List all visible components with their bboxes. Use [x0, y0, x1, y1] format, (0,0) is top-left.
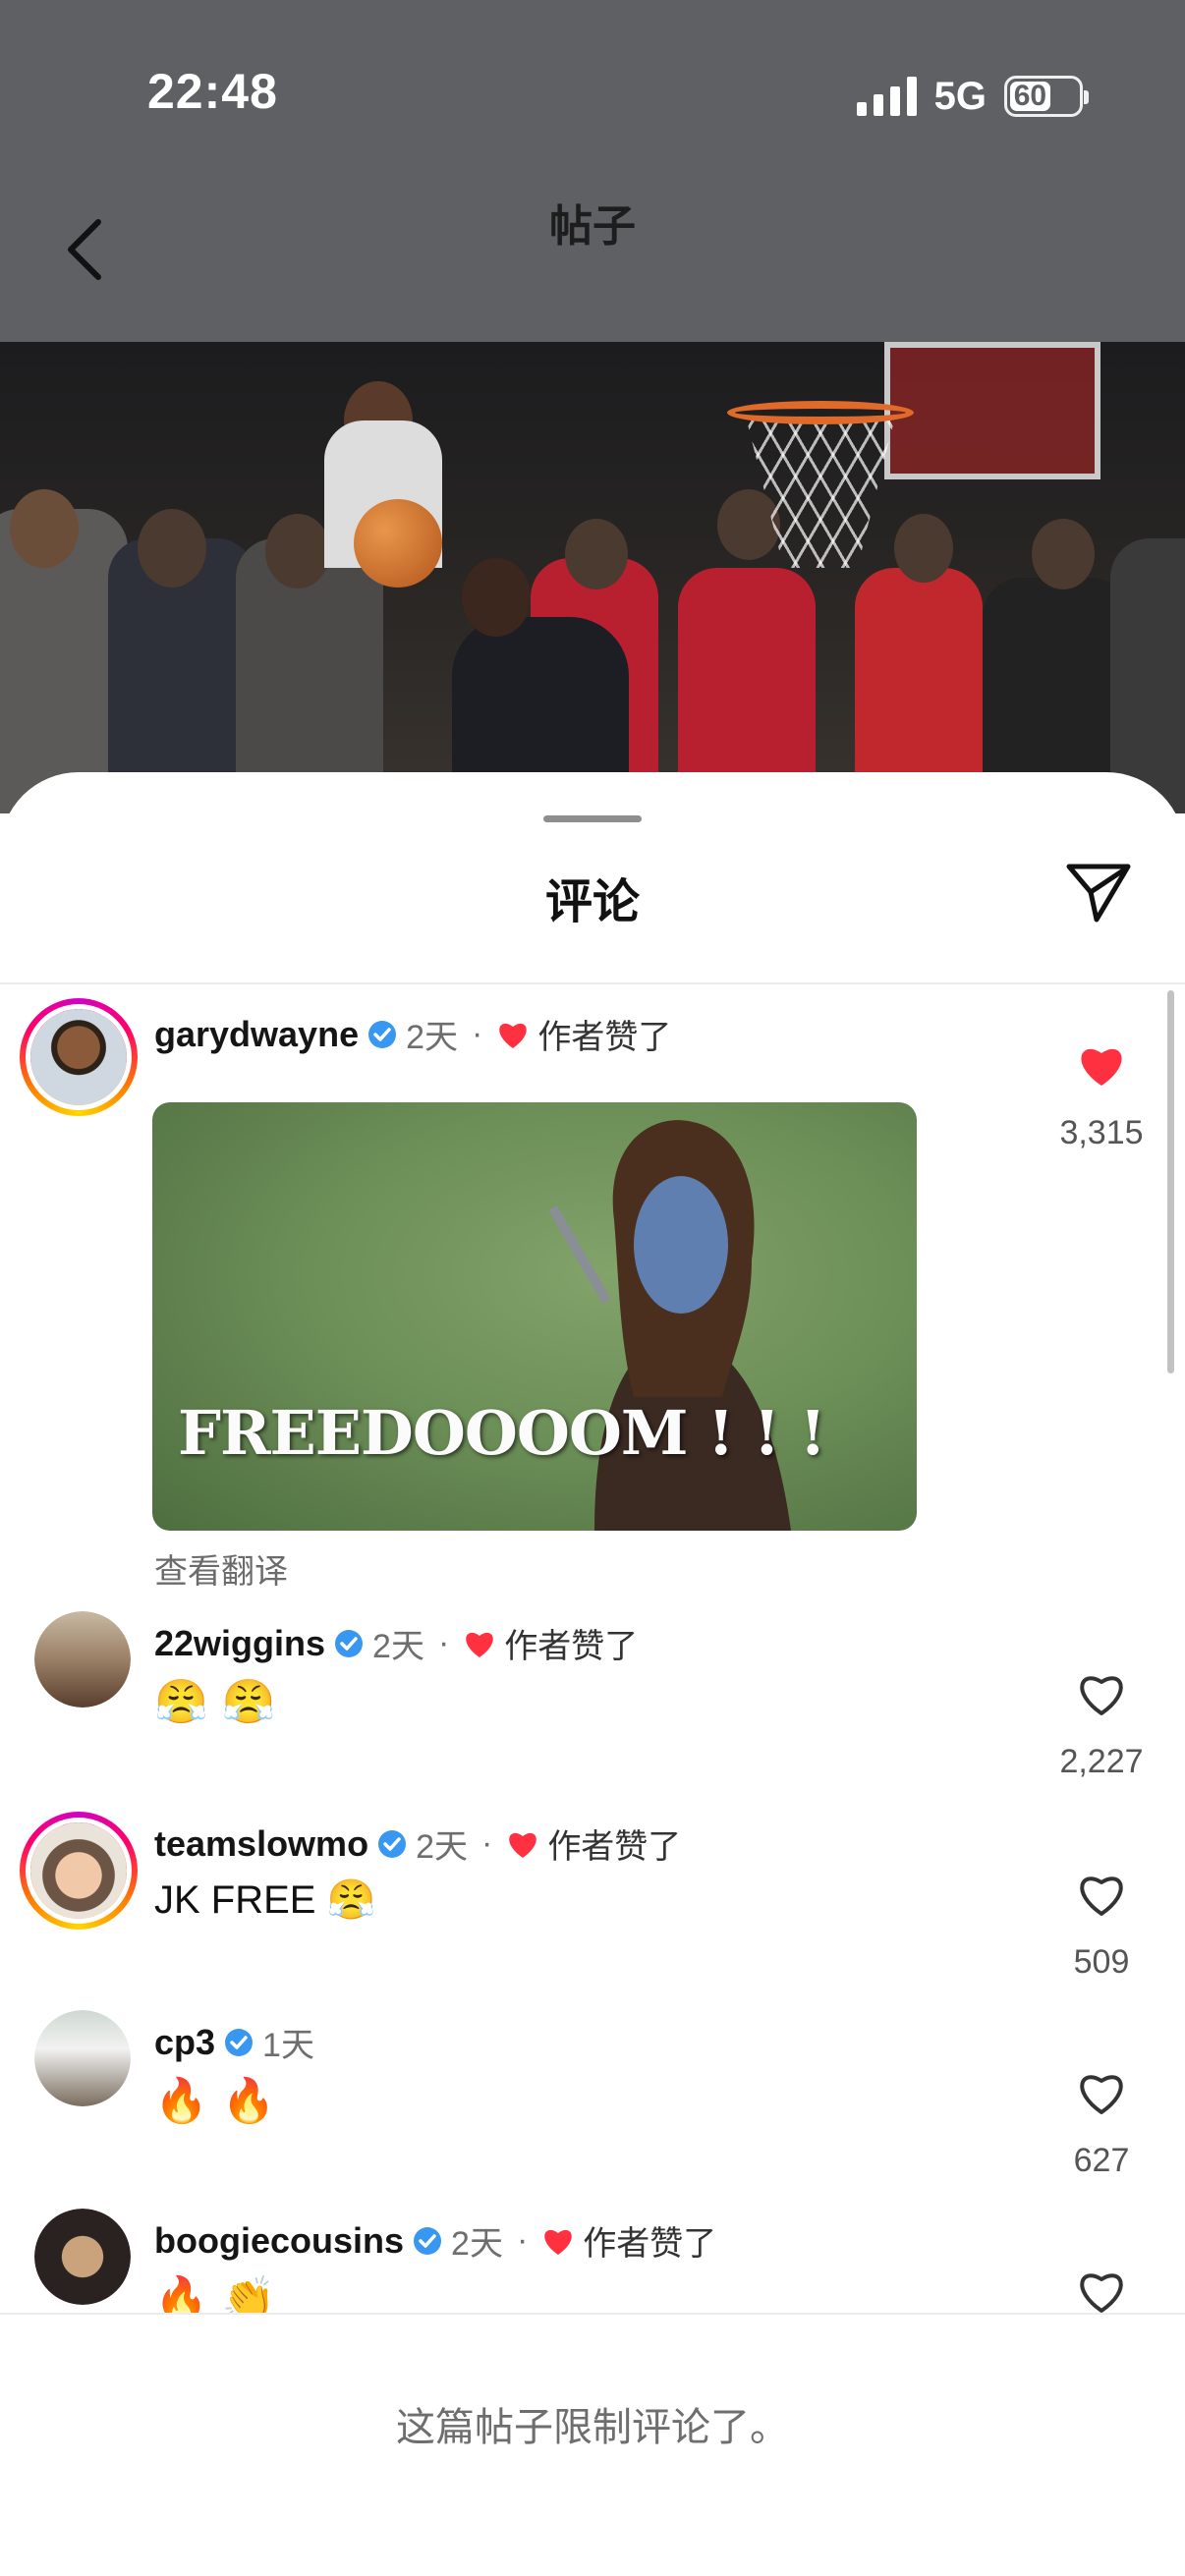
- username[interactable]: garydwayne: [154, 1014, 359, 1055]
- heart-icon: [499, 1023, 528, 1048]
- heart-icon: [466, 1632, 494, 1657]
- heart-icon: [544, 2229, 573, 2255]
- heart-icon: [509, 1832, 537, 1858]
- dot-separator: ·: [472, 1015, 483, 1052]
- comment-meta: cp3 1天: [154, 2018, 314, 2066]
- like-count: 509: [1073, 1943, 1130, 1981]
- status-indicators: 5G 60: [856, 71, 1089, 122]
- heart-outline-icon[interactable]: [1076, 1670, 1127, 1717]
- author-liked-label: 作者赞了: [537, 1019, 672, 1056]
- comment-item: teamslowmo 2天 · 作者赞了 JK FREE 😤 509: [0, 1812, 1185, 2008]
- paper-plane-icon: [1066, 864, 1131, 923]
- verified-badge-icon: [368, 1020, 397, 1048]
- comment-text: 🔥 🔥: [154, 2076, 276, 2126]
- network-type: 5G: [933, 74, 987, 118]
- comment-time: 2天: [372, 1628, 424, 1665]
- comment-meta: 22wiggins 2天 · 作者赞了: [154, 1619, 638, 1667]
- like-column: 509: [1038, 1871, 1165, 1982]
- hoop-rim: [727, 401, 914, 424]
- verified-badge-icon: [225, 2028, 254, 2056]
- comment-item: garydwayne 2天 · 作者赞了 FREEDOOOOM ! ! ! 查看…: [0, 998, 1185, 1597]
- avatar[interactable]: [20, 998, 138, 1116]
- comment-item: 22wiggins 2天 · 作者赞了 😤 😤 2,227: [0, 1611, 1185, 1808]
- comment-time: 1天: [262, 2027, 314, 2064]
- battery-level: 60: [1010, 80, 1050, 112]
- heart-outline-icon[interactable]: [1076, 1871, 1127, 1918]
- avatar[interactable]: [34, 2010, 131, 2106]
- post-photo[interactable]: [0, 342, 1185, 813]
- comment-gif[interactable]: FREEDOOOOM ! ! !: [152, 1102, 917, 1531]
- comments-sheet: 评论 garydwayne 2天 · 作者赞了 FREEDOOOOM ! ! !…: [0, 772, 1185, 2576]
- like-count: 2,227: [1059, 1743, 1144, 1780]
- comment-text: JK FREE 😤: [154, 1878, 376, 1922]
- comments-title: 评论: [544, 876, 640, 928]
- comment-time: 2天: [416, 1828, 468, 1866]
- username[interactable]: teamslowmo: [154, 1823, 368, 1865]
- comment-item: cp3 1天 🔥 🔥 627: [0, 2010, 1185, 2207]
- divider: [0, 982, 1185, 984]
- avatar[interactable]: [34, 1611, 131, 1708]
- like-column: [1038, 2268, 1165, 2315]
- dot-separator: ·: [437, 1624, 450, 1661]
- verified-badge-icon: [335, 1629, 364, 1657]
- see-translation-link[interactable]: 查看翻译: [154, 1544, 288, 1593]
- author-liked-label: 作者赞了: [583, 2225, 717, 2263]
- heart-outline-icon[interactable]: [1076, 2268, 1127, 2315]
- comment-meta: boogiecousins 2天 · 作者赞了: [154, 2216, 716, 2265]
- author-liked-label: 作者赞了: [547, 1828, 682, 1866]
- basketball: [354, 499, 442, 588]
- status-time: 22:48: [147, 64, 278, 119]
- battery-icon: 60: [1004, 76, 1089, 117]
- comments-limited-notice: 这篇帖子限制评论了。: [396, 2406, 789, 2449]
- backboard: [884, 342, 1100, 479]
- heart-outline-icon[interactable]: [1076, 2069, 1127, 2116]
- like-column: 3,315: [1038, 1041, 1165, 1152]
- like-column: 2,227: [1038, 1670, 1165, 1781]
- author-liked-label: 作者赞了: [504, 1628, 639, 1665]
- comment-time: 2天: [406, 1019, 459, 1056]
- top-bar: 22:48 5G 60 帖子: [0, 0, 1185, 342]
- comment-text: 😤 😤: [154, 1677, 276, 1727]
- avatar[interactable]: [34, 2209, 131, 2305]
- dot-separator: ·: [516, 2221, 529, 2259]
- cellular-signal-icon: [856, 77, 917, 116]
- like-column: 627: [1038, 2069, 1165, 2180]
- gif-caption: FREEDOOOOM ! ! !: [178, 1397, 826, 1469]
- comment-meta: teamslowmo 2天 · 作者赞了: [154, 1820, 681, 1868]
- comment-time: 2天: [451, 2225, 503, 2263]
- comments-footer: 这篇帖子限制评论了。: [0, 2313, 1185, 2576]
- grab-handle[interactable]: [543, 815, 642, 822]
- comment-meta: garydwayne 2天 · 作者赞了: [154, 1010, 671, 1058]
- like-count: 3,315: [1059, 1114, 1144, 1151]
- username[interactable]: cp3: [154, 2022, 215, 2063]
- avatar[interactable]: [20, 1812, 138, 1930]
- username[interactable]: boogiecousins: [154, 2220, 404, 2262]
- verified-badge-icon: [378, 1829, 407, 1858]
- like-count: 627: [1073, 2142, 1130, 2179]
- share-button[interactable]: [1061, 855, 1136, 929]
- username[interactable]: 22wiggins: [154, 1623, 325, 1664]
- page-title: 帖子: [549, 202, 636, 251]
- dot-separator: ·: [480, 1824, 493, 1862]
- verified-badge-icon: [414, 2226, 442, 2255]
- heart-filled-icon[interactable]: [1076, 1041, 1127, 1089]
